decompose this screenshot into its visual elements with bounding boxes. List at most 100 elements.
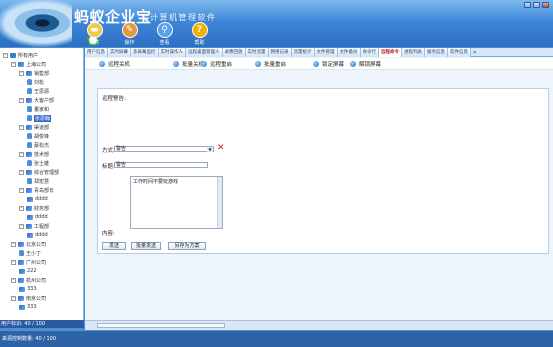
title-bar: 蚂蚁企业宝 计算机管理软件 ▬ 文件 ✎ 操作 ⚲ 查看? 帮助 [0, 0, 553, 47]
tree-expander-icon[interactable]: - [19, 187, 24, 193]
tree-item-label: 郑宏慧 [34, 178, 50, 185]
tree-item-group[interactable]: 333 [19, 303, 37, 311]
tree-expander-icon[interactable]: - [19, 205, 24, 211]
command-button-1[interactable]: 批量关机 [173, 60, 204, 68]
user-icon [27, 160, 32, 166]
tree-item-group[interactable]: - 技术部 [19, 150, 49, 158]
tree-item-user[interactable]: 蔡松杰 [27, 141, 49, 149]
tree-item-group[interactable]: - 财务部 [19, 204, 49, 212]
tree-item-label: 工程部 [34, 223, 50, 230]
minimize-button[interactable] [524, 2, 531, 8]
tab-6[interactable]: 实时流量 [245, 48, 269, 57]
tab-9[interactable]: 文件管理 [314, 48, 338, 57]
tree-item-group[interactable]: - 北京公司 [11, 240, 46, 248]
tree-item-label: dddd [35, 196, 48, 202]
tree-expander-icon[interactable]: - [19, 70, 24, 76]
tree-item-group[interactable]: - 所有用户 [3, 51, 38, 59]
tab-5[interactable]: 录像回放 [222, 48, 246, 57]
title-input[interactable]: 警告 [114, 162, 208, 168]
tree-item-group[interactable]: dddd [27, 195, 48, 203]
tree-item-user[interactable]: 王思源 [27, 87, 49, 95]
tree-expander-icon[interactable]: - [11, 277, 16, 283]
close-button[interactable] [542, 2, 549, 8]
tree-expander-icon[interactable]: - [19, 223, 24, 229]
ribbon-button-label: 帮助 [194, 40, 205, 46]
tree-item-label: 大客户部 [34, 97, 55, 104]
tab-13[interactable]: 进程列表 [402, 48, 425, 57]
tree-expander-icon[interactable]: - [19, 151, 24, 157]
tree-item-user[interactable]: 董家和 [27, 105, 49, 113]
tree-item-group[interactable]: - 青岛部长 [19, 186, 54, 194]
tree-expander-icon[interactable]: - [19, 124, 24, 130]
user-tree[interactable]: - 所有用户 - 上海公司 - 销售部 刘松 王思源 - 大客户部 董家和 张思翰 - 渠道部 胡俊锋 蔡松杰… [0, 48, 84, 320]
command-button-3[interactable]: 批量重启 [255, 60, 286, 68]
tree-item-group[interactable]: dddd [27, 231, 48, 239]
group-icon [27, 196, 33, 202]
chevron-down-icon[interactable]: ▼ [207, 147, 213, 152]
tree-item-group[interactable]: - 综合管理部 [19, 168, 59, 176]
ribbon-button-1[interactable]: ✎ 操作 [115, 22, 144, 47]
tree-expander-icon[interactable]: - [11, 241, 16, 247]
tab-8[interactable]: 流量统计 [291, 48, 315, 57]
tree-item-group[interactable]: - 大客户部 [19, 96, 54, 104]
tree-item-user[interactable]: 王小丁 [19, 249, 41, 257]
tab-12[interactable]: 远程命令 [379, 48, 402, 57]
tab-3[interactable]: 实时操作人 [158, 48, 186, 57]
group-icon [18, 259, 24, 265]
tree-item-group[interactable]: 333 [19, 285, 37, 293]
command-button-4[interactable]: 锁定屏幕 [313, 60, 344, 68]
tab-2[interactable]: 多屏幕监控 [131, 48, 159, 57]
ribbon-button-label: 操作 [124, 40, 135, 46]
tree-item-user[interactable]: 郑宏慧 [27, 177, 49, 185]
tab-14[interactable]: 服务信息 [425, 48, 448, 57]
tree-item-user[interactable]: 胡俊锋 [27, 132, 49, 140]
command-button-0[interactable]: 远程关机 [99, 60, 130, 68]
method-select[interactable]: 警告 ▼ [114, 146, 214, 152]
tree-item-group[interactable]: 222 [19, 267, 37, 275]
content-textarea[interactable]: 工作时间不要玩游戏 [130, 176, 223, 229]
section-title: 远程警告: [102, 96, 126, 102]
tree-item-group[interactable]: - 广州公司 [11, 258, 46, 266]
group-icon [26, 151, 32, 157]
tab-15[interactable]: 软件信息 [448, 48, 471, 57]
maximize-button[interactable] [533, 2, 540, 8]
send-button[interactable]: 发送 [102, 242, 126, 250]
horizontal-scrollbar[interactable] [97, 323, 225, 328]
save-as-scheme-button[interactable]: 另存为方案 [168, 242, 206, 250]
group-icon [18, 61, 24, 67]
tree-item-user[interactable]: 刘松 [27, 78, 44, 86]
ribbon-button-0[interactable]: ▬ 文件 [80, 22, 109, 47]
tree-item-group[interactable]: - 上海公司 [11, 60, 46, 68]
batch-send-button[interactable]: 批量发送 [131, 242, 161, 250]
tab-7[interactable]: 网络记录 [268, 48, 292, 57]
tree-item-group[interactable]: - 销售部 [19, 69, 49, 77]
tab-1[interactable]: 实时屏幕 [108, 48, 131, 57]
tree-expander-icon[interactable]: - [11, 259, 16, 265]
ribbon-button-2[interactable]: ⚲ 查看 [150, 22, 179, 47]
tree-item-user[interactable]: 张士雄 [27, 159, 49, 167]
window-controls [524, 2, 549, 8]
tab-0[interactable]: 用户信息 [85, 48, 108, 57]
tree-expander-icon[interactable]: - [3, 52, 8, 58]
tree-expander-icon[interactable]: - [19, 169, 24, 175]
tree-expander-icon[interactable]: - [19, 97, 24, 103]
tab-10[interactable]: 文件备份 [337, 48, 361, 57]
textarea-scrollbar[interactable] [217, 177, 222, 228]
tree-expander-icon[interactable]: - [11, 61, 16, 67]
tree-item-group[interactable]: - 工程部 [19, 222, 49, 230]
status-bar: 来源控制数量: 40 / 100 [0, 330, 553, 347]
ribbon-button-3[interactable]: ? 帮助 [185, 22, 214, 47]
delete-icon[interactable]: ✕ [217, 144, 225, 153]
tree-expander-icon[interactable]: - [11, 295, 16, 301]
tab-11[interactable]: 命令行 [360, 48, 379, 57]
tab-4[interactable]: 远程桌面管理人 [186, 48, 223, 57]
tabs-scroll-icon[interactable]: » [471, 48, 479, 56]
command-button-2[interactable]: 远程重启 [201, 60, 232, 68]
tree-item-group[interactable]: - 南京公司 [11, 294, 46, 302]
tree-item-group[interactable]: - 杭州公司 [11, 276, 46, 284]
tree-item-user[interactable]: 张思翰 [27, 114, 52, 122]
command-label: 解锁屏幕 [359, 62, 382, 68]
command-button-5[interactable]: 解锁屏幕 [350, 60, 381, 68]
tree-item-group[interactable]: dddd [27, 213, 48, 221]
tree-item-group[interactable]: - 渠道部 [19, 123, 49, 131]
